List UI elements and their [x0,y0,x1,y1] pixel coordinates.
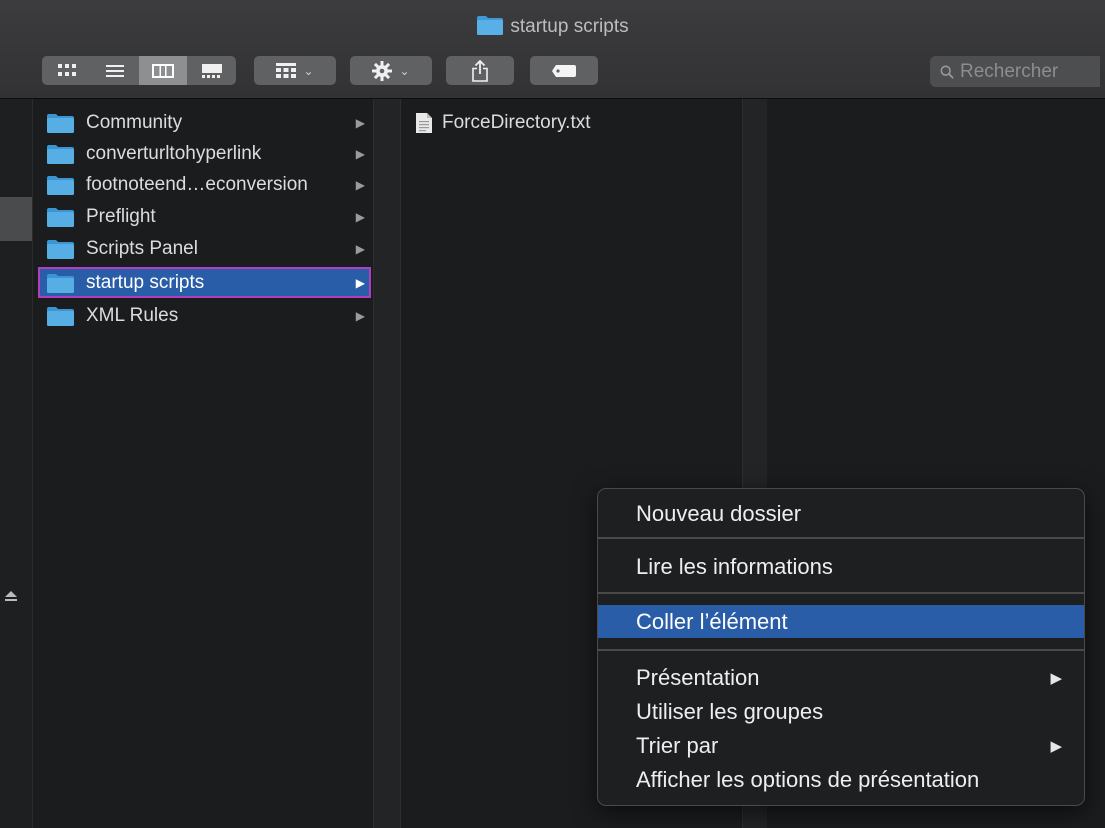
tag-icon [552,64,576,77]
folder-label: Preflight [86,205,156,227]
folder-label: startup scripts [86,271,205,293]
group-menu-button[interactable]: ⌄ [254,56,336,85]
search-input[interactable] [960,60,1100,83]
folder-label: converturltohyperlink [86,142,262,164]
folder-icon [47,239,74,259]
finder-window: startup scripts ⌄ ⌄ Rechercher Community… [0,0,1105,828]
sidebar [0,99,33,828]
chevron-right-icon: ▶ [355,146,365,161]
icon-view-icon [57,63,76,76]
column-view-icon [152,63,174,78]
folder-row-scripts-panel[interactable]: Scripts Panel ▶ [38,233,371,264]
window-title-text: startup scripts [510,16,629,37]
chevron-down-icon: ⌄ [303,63,314,78]
menu-item-show-view-options[interactable]: Afficher les options de présentation [598,763,1084,796]
chevron-right-icon: ▶ [355,308,365,323]
menu-item-new-folder[interactable]: Nouveau dossier [598,497,1084,530]
menu-separator [598,537,1084,539]
eject-icon[interactable] [4,589,18,603]
text-file-icon [416,113,432,133]
folder-label: Scripts Panel [86,237,198,259]
gallery-view-icon [201,63,222,78]
chevron-right-icon: ▶ [355,115,365,130]
folder-row-community[interactable]: Community ▶ [38,107,371,138]
column-view-button[interactable] [139,56,187,85]
search-field[interactable] [930,56,1100,87]
view-mode-control [42,56,236,85]
column-parent-folders: Community ▶ converturltohyperlink ▶ foot… [33,99,374,828]
folder-icon [477,16,504,35]
window-title: startup scripts [0,14,1105,40]
folder-row-footnoteendnoteconversion[interactable]: footnoteend…econversion ▶ [38,169,371,200]
share-icon [472,59,488,82]
icon-view-button[interactable] [42,56,91,85]
folder-row-converturltohyperlink[interactable]: converturltohyperlink ▶ [38,138,371,169]
chevron-right-icon: ▶ [355,209,365,224]
menu-item-get-info[interactable]: Lire les informations [598,550,1084,583]
folder-row-preflight[interactable]: Preflight ▶ [38,201,371,232]
chevron-down-icon: ⌄ [399,63,410,78]
menu-separator [598,592,1084,594]
context-menu: Nouveau dossier Lire les informations Co… [597,488,1085,806]
file-row-forcedirectory[interactable]: ForceDirectory.txt [415,109,591,137]
folder-label: Community [86,111,183,133]
menu-item-presentation[interactable]: Présentation ▶ [598,661,1084,694]
gallery-view-button[interactable] [187,56,236,85]
folder-icon [47,144,74,164]
menu-item-use-groups[interactable]: Utiliser les groupes [598,695,1084,728]
tags-button[interactable] [530,56,598,85]
chevron-right-icon: ▶ [355,177,365,192]
list-view-icon [106,64,124,77]
folder-label: footnoteend…econversion [86,173,308,195]
search-icon [940,65,954,79]
gear-icon [372,60,393,81]
folder-icon [47,207,74,227]
title-bar: startup scripts ⌄ ⌄ Rechercher [0,0,1105,99]
chevron-right-icon: ▶ [1050,737,1062,755]
folder-row-xml-rules[interactable]: XML Rules ▶ [38,300,371,331]
list-view-button[interactable] [91,56,139,85]
folder-row-startup-scripts[interactable]: startup scripts ▶ [38,267,371,298]
menu-item-paste-item[interactable]: Coller l’élément [598,605,1084,638]
folder-icon [47,273,74,293]
column-divider[interactable] [374,99,401,828]
file-label: ForceDirectory.txt [442,112,591,133]
share-button[interactable] [446,56,514,85]
folder-icon [47,113,74,133]
chevron-right-icon: ▶ [355,241,365,256]
chevron-right-icon: ▶ [355,275,365,290]
chevron-right-icon: ▶ [1050,669,1062,687]
group-icon [276,62,297,78]
action-menu-button[interactable]: ⌄ [350,56,432,85]
folder-icon [47,306,74,326]
folder-label: XML Rules [86,304,179,326]
folder-icon [47,175,74,195]
menu-item-sort-by[interactable]: Trier par ▶ [598,729,1084,762]
menu-separator [598,649,1084,651]
sidebar-selected-item[interactable] [0,197,32,241]
